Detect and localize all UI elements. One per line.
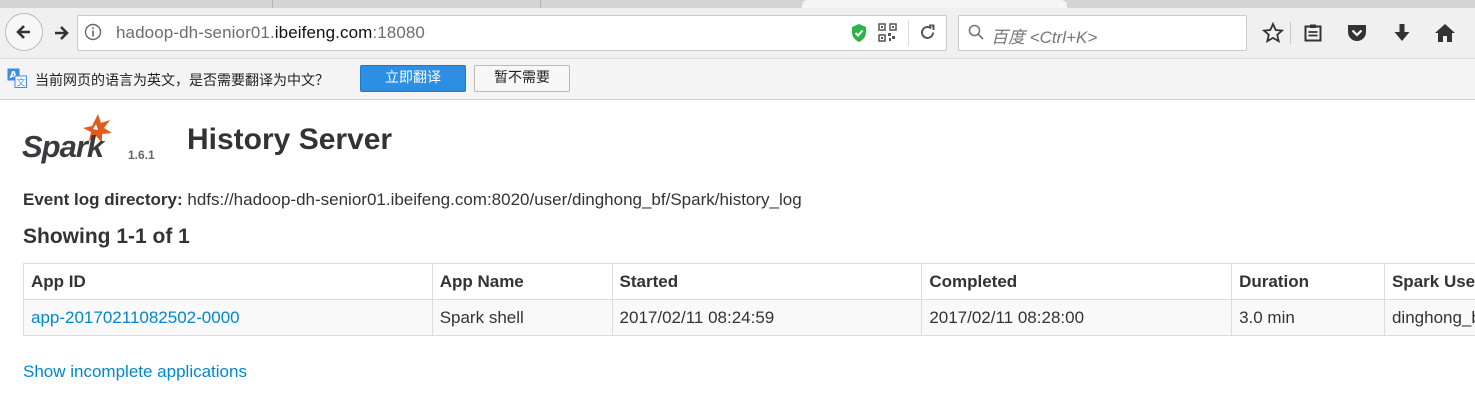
- forward-arrow-icon: [55, 26, 69, 40]
- toolbar-separator: [1290, 22, 1291, 44]
- show-incomplete-applications-link[interactable]: Show incomplete applications: [23, 362, 247, 382]
- bookmark-star-button[interactable]: [1260, 21, 1286, 45]
- showing-count: Showing 1-1 of 1: [23, 225, 190, 248]
- star-icon: [1262, 22, 1284, 44]
- app-id-link[interactable]: app-20170211082502-0000: [31, 308, 240, 327]
- search-icon: [968, 24, 984, 40]
- page-title: History Server: [187, 123, 393, 156]
- search-bar[interactable]: 百度 <Ctrl+K>: [958, 15, 1247, 51]
- reading-list-button[interactable]: [1300, 21, 1326, 45]
- pocket-button[interactable]: [1344, 21, 1370, 45]
- navigation-toolbar: hadoop-dh-senior01.ibeifeng.com:18080 百度…: [0, 8, 1475, 58]
- not-needed-button[interactable]: 暂不需要: [474, 65, 570, 92]
- column-header-spark-user[interactable]: Spark User: [1383, 263, 1475, 300]
- column-header-app-name[interactable]: App Name: [431, 263, 613, 300]
- home-icon: [1435, 24, 1455, 42]
- downloads-button[interactable]: [1389, 21, 1415, 45]
- column-header-started[interactable]: Started: [611, 263, 923, 300]
- translate-icon: A文: [7, 68, 27, 88]
- app-id-cell: app-20170211082502-0000: [23, 299, 433, 336]
- forward-button[interactable]: [44, 18, 78, 48]
- event-log-label: Event log directory:: [23, 190, 183, 209]
- shield-icon[interactable]: [850, 23, 868, 43]
- column-header-duration[interactable]: Duration: [1231, 263, 1385, 300]
- translate-now-button[interactable]: 立即翻译: [360, 65, 466, 92]
- spark-logo[interactable]: Spark: [22, 112, 132, 164]
- column-header-completed[interactable]: Completed: [921, 263, 1233, 300]
- qr-code-icon[interactable]: [878, 23, 897, 42]
- duration-cell: 3.0 min: [1231, 299, 1385, 336]
- svg-text:文: 文: [17, 77, 26, 89]
- tab-strip: [0, 0, 1475, 8]
- url-text[interactable]: hadoop-dh-senior01.ibeifeng.com:18080: [116, 23, 425, 43]
- spark-logo-text: Spark: [22, 129, 106, 164]
- home-button[interactable]: [1432, 21, 1458, 45]
- url-divider: [908, 20, 909, 46]
- tab-separator: [272, 0, 273, 8]
- info-icon[interactable]: [84, 23, 102, 41]
- translate-notification-bar: A文 当前网页的语言为英文，是否需要翻译为中文？ 立即翻译 暂不需要: [0, 58, 1475, 100]
- tab-separator: [540, 0, 541, 8]
- table-header-row: App ID App Name Started Completed Durati…: [23, 263, 1475, 300]
- event-log-path: hdfs://hadoop-dh-senior01.ibeifeng.com:8…: [187, 190, 802, 209]
- url-port: :18080: [372, 23, 425, 42]
- translate-message: 当前网页的语言为英文，是否需要翻译为中文？: [35, 73, 329, 89]
- address-bar[interactable]: hadoop-dh-senior01.ibeifeng.com:18080: [77, 15, 947, 51]
- applications-table: App ID App Name Started Completed Durati…: [23, 263, 1475, 336]
- url-domain: ibeifeng.com: [274, 23, 373, 42]
- reload-icon[interactable]: [919, 24, 936, 41]
- app-name-cell: Spark shell: [431, 299, 613, 336]
- spark-user-cell: dinghong_bf: [1383, 299, 1475, 336]
- back-arrow-icon: [16, 25, 30, 39]
- spark-version: 1.6.1: [128, 148, 155, 162]
- started-cell: 2017/02/11 08:24:59: [611, 299, 923, 336]
- event-log-directory: Event log directory: hdfs://hadoop-dh-se…: [23, 190, 802, 210]
- pocket-icon: [1348, 25, 1366, 41]
- column-header-app-id[interactable]: App ID: [23, 263, 433, 300]
- clipboard-icon: [1304, 24, 1322, 42]
- download-arrow-icon: [1394, 24, 1410, 41]
- active-tab[interactable]: [802, 0, 1067, 8]
- back-button[interactable]: [5, 13, 43, 51]
- completed-cell: 2017/02/11 08:28:00: [921, 299, 1233, 336]
- url-host-prefix: hadoop-dh-senior01.: [116, 23, 275, 42]
- search-placeholder: 百度 <Ctrl+K>: [991, 28, 1098, 47]
- table-row: app-20170211082502-0000 Spark shell 2017…: [23, 299, 1475, 336]
